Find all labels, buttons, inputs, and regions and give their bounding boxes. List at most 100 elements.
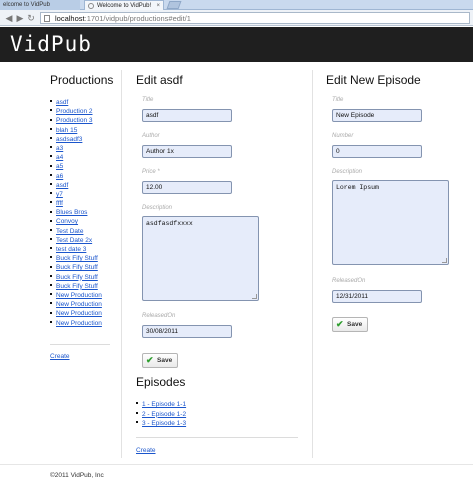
episode-item: 1 - Episode 1-1: [136, 400, 186, 410]
episode-number-label: Number: [332, 133, 354, 139]
released-input[interactable]: 30/08/2011: [142, 325, 232, 338]
episode-item-link[interactable]: 2 - Episode 1-2: [142, 411, 186, 418]
resize-grip-icon[interactable]: [252, 294, 257, 299]
production-item: a4: [50, 153, 102, 162]
forward-arrow-icon[interactable]: ▶: [15, 13, 25, 23]
episode-description-text: Lorem Ipsum: [336, 184, 379, 191]
production-item-link[interactable]: Convoy: [56, 218, 78, 225]
production-item-link[interactable]: Test Date: [56, 228, 83, 235]
production-item-link[interactable]: a5: [56, 163, 63, 170]
production-item: Buck Fify Stuff: [50, 254, 102, 263]
footer-divider: [0, 464, 473, 465]
production-item-link[interactable]: Buck Fify Stuff: [56, 255, 98, 262]
save-button-label: Save: [157, 357, 173, 364]
episode-item: 2 - Episode 1-2: [136, 410, 186, 420]
description-textarea[interactable]: asdfasdfxxxx: [142, 216, 259, 301]
production-item-link[interactable]: blah 15: [56, 127, 77, 134]
episode-description-textarea[interactable]: Lorem Ipsum: [332, 180, 449, 265]
resize-grip-icon[interactable]: [442, 258, 447, 263]
description-text: asdfasdfxxxx: [146, 220, 193, 227]
create-production-link[interactable]: Create: [50, 353, 70, 360]
production-item-link[interactable]: Buck Fify Stuff: [56, 264, 98, 271]
url-host: localhost: [55, 14, 85, 23]
production-item: asdsadf3: [50, 135, 102, 144]
production-item: Production 3: [50, 116, 102, 125]
reload-icon[interactable]: ↻: [26, 13, 36, 23]
new-episode-title: Edit New Episode: [326, 73, 421, 87]
production-item-link[interactable]: Production 3: [56, 117, 93, 124]
bullet-icon: [136, 421, 138, 424]
column-divider-2: [312, 70, 313, 458]
production-item-link[interactable]: Buck Fify Stuff: [56, 274, 98, 281]
production-item-link[interactable]: asdsadf3: [56, 136, 82, 143]
url-input[interactable]: localhost:1701/vidpub/productions#edit/1: [40, 12, 470, 24]
episode-save-button-label: Save: [347, 321, 363, 328]
production-item: Test Date 2x: [50, 236, 102, 245]
site-header: VidPub: [0, 27, 473, 62]
author-input[interactable]: Author 1x: [142, 145, 232, 158]
production-item: Production 2: [50, 107, 102, 116]
production-item-link[interactable]: Blues Bros: [56, 209, 87, 216]
released-label: ReleasedOn: [142, 313, 176, 319]
bullet-icon: [50, 137, 52, 140]
tab-close-icon[interactable]: ×: [156, 1, 160, 10]
production-item-link[interactable]: Production 2: [56, 108, 93, 115]
bullet-icon: [50, 173, 52, 176]
bullet-icon: [50, 146, 52, 149]
production-item-link[interactable]: Buck Fify Stuff: [56, 283, 98, 290]
production-item-link[interactable]: New Production: [56, 310, 102, 317]
episode-item-link[interactable]: 1 - Episode 1-1: [142, 401, 186, 408]
production-item: New Production: [50, 319, 102, 328]
tab-2-label: Welcome to VidPub!: [97, 3, 152, 9]
production-item-link[interactable]: a6: [56, 173, 63, 180]
bullet-icon: [50, 293, 52, 296]
production-item-link[interactable]: New Production: [56, 320, 102, 327]
production-item-link[interactable]: a3: [56, 145, 63, 152]
back-arrow-icon[interactable]: ◀: [4, 13, 14, 23]
production-item: Test Date: [50, 227, 102, 236]
episode-released-input[interactable]: 12/31/2011: [332, 290, 422, 303]
production-item-link[interactable]: asdf: [56, 182, 68, 189]
episode-item-link[interactable]: 3 - Episode 1-3: [142, 420, 186, 427]
save-button[interactable]: ✔ Save: [142, 353, 179, 368]
production-item-link[interactable]: a4: [56, 154, 63, 161]
production-item-link[interactable]: New Production: [56, 301, 102, 308]
browser-tab-active[interactable]: Welcome to VidPub! ×: [84, 0, 164, 10]
production-item-link[interactable]: test date 3: [56, 246, 86, 253]
bullet-icon: [50, 238, 52, 241]
bullet-icon: [50, 127, 52, 130]
episode-title-input[interactable]: New Episode: [332, 109, 422, 122]
browser-tab-1[interactable]: elcome to VidPub: [0, 0, 80, 10]
episode-description-label: Description: [332, 169, 363, 175]
price-input[interactable]: 12.00: [142, 181, 232, 194]
production-item: asdf: [50, 181, 102, 190]
edit-title: Edit asdf: [136, 73, 183, 87]
productions-title: Productions: [50, 73, 114, 87]
bullet-icon: [50, 109, 52, 112]
production-item: ffff: [50, 199, 102, 208]
episodes-title: Episodes: [136, 375, 186, 389]
site-logo[interactable]: VidPub: [10, 29, 92, 59]
production-item-link[interactable]: asdf: [56, 99, 68, 106]
episode-number-input[interactable]: 0: [332, 145, 422, 158]
bullet-icon: [136, 402, 138, 405]
bullet-icon: [50, 118, 52, 121]
production-item-link[interactable]: New Production: [56, 292, 102, 299]
title-input[interactable]: asdf: [142, 109, 232, 122]
author-label: Author: [142, 133, 160, 139]
production-item: a3: [50, 144, 102, 153]
production-item-link[interactable]: Test Date 2x: [56, 237, 92, 244]
production-item: asdf: [50, 98, 102, 107]
bullet-icon: [50, 284, 52, 287]
production-item: New Production: [50, 291, 102, 300]
check-icon: ✔: [336, 319, 344, 329]
production-item: a6: [50, 172, 102, 181]
episodes-divider: [136, 437, 298, 438]
create-episode-link[interactable]: Create: [136, 447, 156, 454]
new-tab-button[interactable]: [166, 1, 182, 9]
episode-save-button[interactable]: ✔ Save: [332, 317, 369, 332]
production-item-link[interactable]: ffff: [56, 200, 63, 207]
production-item-link[interactable]: y7: [56, 191, 63, 198]
page-icon: [44, 15, 50, 22]
bullet-icon: [50, 302, 52, 305]
